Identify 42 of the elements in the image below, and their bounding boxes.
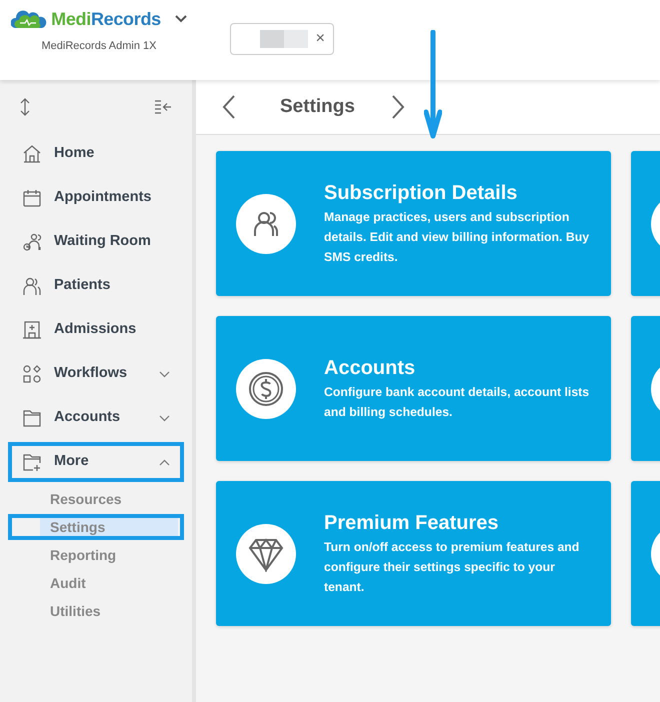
app-subtitle: MediRecords Admin 1X: [42, 39, 156, 54]
nav-item[interactable]: Home: [8, 134, 184, 174]
submenu-item[interactable]: Utilities: [8, 598, 184, 624]
page-title: Settings: [280, 96, 355, 118]
back-chevron-icon[interactable]: [222, 95, 236, 119]
nav-item[interactable]: Waiting Room: [8, 222, 184, 262]
card-title: Premium Features: [324, 510, 500, 534]
nav-item[interactable]: Appointments: [8, 178, 184, 218]
collapse-menu-icon[interactable]: [154, 100, 172, 114]
chevron-down-icon[interactable]: [159, 370, 170, 378]
dollar-coin-icon: [248, 370, 284, 406]
card-description: Configure bank account details, account lists and billing schedules.: [324, 384, 590, 421]
submenu-item[interactable]: Resources: [8, 486, 184, 512]
workflow-icon: [22, 364, 42, 384]
people-icon: [22, 276, 42, 296]
card-title: Accounts: [324, 356, 416, 380]
calendar-icon: [22, 188, 42, 208]
folder-plus-icon: [22, 452, 42, 472]
cloud-logo-icon: [11, 8, 48, 30]
waiting-room-icon: [22, 232, 42, 252]
brand-name: MediRecords: [51, 10, 161, 28]
nav-item[interactable]: Accounts: [8, 398, 184, 438]
submenu-item[interactable]: Audit: [8, 570, 184, 596]
home-icon: [22, 144, 42, 164]
forward-chevron-icon[interactable]: [390, 95, 405, 119]
card-description: Turn on/off access to premium features and configure their settings specific to your tenant.: [324, 538, 580, 596]
card-title: Subscription Details: [324, 180, 518, 204]
folder-icon: [22, 408, 42, 428]
up-down-arrow-icon[interactable]: [20, 98, 30, 116]
submenu-item[interactable]: Reporting: [8, 542, 184, 568]
nav-item[interactable]: More: [8, 442, 184, 482]
open-tab[interactable]: ×: [230, 23, 334, 55]
nav-item[interactable]: Patients: [8, 266, 184, 306]
hospital-icon: [22, 320, 42, 340]
chevron-up-icon[interactable]: [159, 458, 170, 466]
diamond-icon: [248, 536, 284, 572]
nav-item[interactable]: Admissions: [8, 310, 184, 350]
chevron-down-icon[interactable]: [159, 414, 170, 422]
nav-item[interactable]: Workflows: [8, 354, 184, 394]
card-description: Manage practices, users and subscription details. Edit and view billing information. Buy SMS credits.: [324, 208, 590, 266]
close-tab-button[interactable]: ×: [316, 31, 325, 47]
chevron-down-icon[interactable]: [174, 15, 187, 23]
